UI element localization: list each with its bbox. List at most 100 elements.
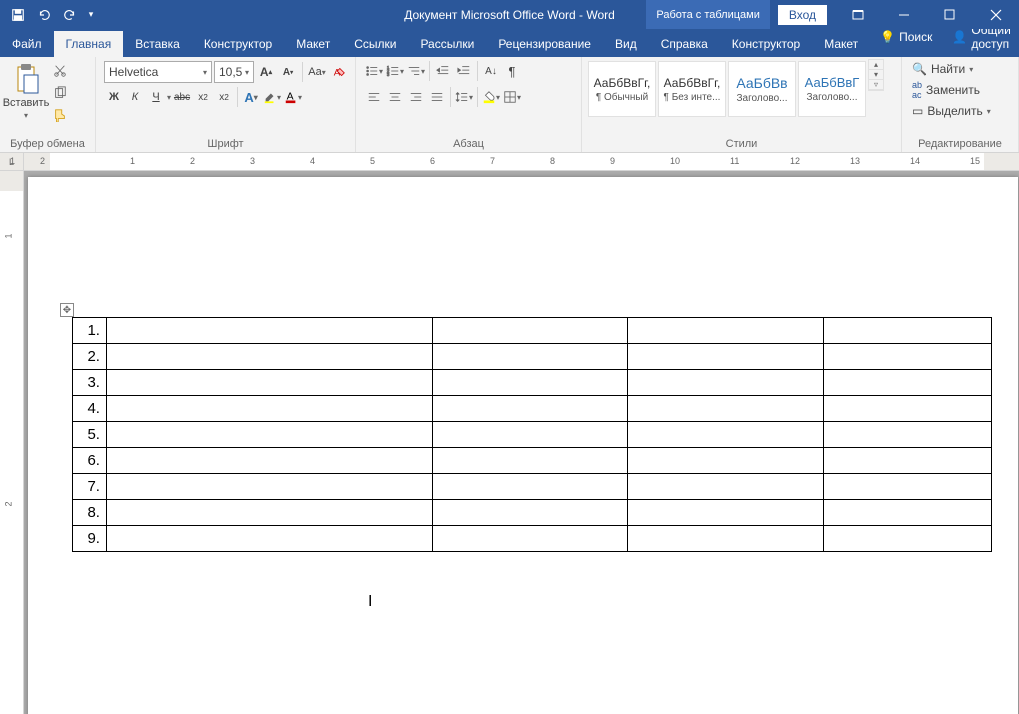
ruler-h-track[interactable]: 12123456789101112131415 xyxy=(24,153,1019,170)
table-cell[interactable] xyxy=(432,370,628,396)
ribbon-display-icon[interactable] xyxy=(835,0,881,29)
table-cell[interactable] xyxy=(432,500,628,526)
tab-table-design[interactable]: Конструктор xyxy=(720,31,812,57)
row-number-cell[interactable]: 7. xyxy=(73,474,107,500)
styles-down-icon[interactable]: ▾ xyxy=(869,70,883,80)
table-row[interactable]: 5. xyxy=(73,422,992,448)
row-number-cell[interactable]: 5. xyxy=(73,422,107,448)
change-case-icon[interactable]: Aa▾ xyxy=(307,62,327,82)
line-spacing-icon[interactable]: ▾ xyxy=(454,87,474,107)
tab-insert[interactable]: Вставка xyxy=(123,31,192,57)
subscript-icon[interactable]: x2 xyxy=(193,87,213,107)
font-name-input[interactable]: Helvetica▾ xyxy=(104,61,212,83)
table-cell[interactable] xyxy=(106,396,432,422)
find-button[interactable]: 🔍Найти▾ xyxy=(910,61,993,77)
tab-home[interactable]: Главная xyxy=(54,31,124,57)
bold-icon[interactable]: Ж xyxy=(104,87,124,107)
table-cell[interactable] xyxy=(628,500,824,526)
row-number-cell[interactable]: 1. xyxy=(73,318,107,344)
qat-dropdown-icon[interactable]: ▾ xyxy=(84,3,98,27)
table-row[interactable]: 9. xyxy=(73,526,992,552)
row-number-cell[interactable]: 6. xyxy=(73,448,107,474)
row-number-cell[interactable]: 2. xyxy=(73,344,107,370)
styles-more-icon[interactable]: ▿ xyxy=(869,80,883,90)
grow-font-icon[interactable]: A▴ xyxy=(256,62,276,82)
table-move-handle-icon[interactable]: ✥ xyxy=(60,303,74,317)
table-cell[interactable] xyxy=(106,500,432,526)
bullets-icon[interactable]: ▾ xyxy=(364,61,384,81)
row-number-cell[interactable]: 9. xyxy=(73,526,107,552)
tab-references[interactable]: Ссылки xyxy=(342,31,408,57)
table-row[interactable]: 3. xyxy=(73,370,992,396)
style-heading2[interactable]: АаБбВвГЗаголово... xyxy=(798,61,866,117)
table-cell[interactable] xyxy=(106,344,432,370)
table-cell[interactable] xyxy=(432,396,628,422)
style-normal[interactable]: АаБбВвГг,¶ Обычный xyxy=(588,61,656,117)
align-right-icon[interactable] xyxy=(406,87,426,107)
table-cell[interactable] xyxy=(824,526,992,552)
tab-file[interactable]: Файл xyxy=(0,31,54,57)
table-cell[interactable] xyxy=(628,318,824,344)
style-heading1[interactable]: АаБбВвЗаголово... xyxy=(728,61,796,117)
paste-button[interactable]: Вставить ▾ xyxy=(4,59,48,124)
tab-layout[interactable]: Макет xyxy=(284,31,342,57)
show-marks-icon[interactable]: ¶ xyxy=(502,61,522,81)
table-cell[interactable] xyxy=(628,474,824,500)
table-row[interactable]: 7. xyxy=(73,474,992,500)
redo-icon[interactable] xyxy=(58,3,82,27)
document-table[interactable]: 1.2.3.4.5.6.7.8.9. xyxy=(72,317,992,552)
font-color-icon[interactable]: A▾ xyxy=(283,87,303,107)
text-effects-icon[interactable]: A▾ xyxy=(241,87,261,107)
align-center-icon[interactable] xyxy=(385,87,405,107)
table-cell[interactable] xyxy=(106,370,432,396)
table-cell[interactable] xyxy=(432,422,628,448)
shrink-font-icon[interactable]: A▾ xyxy=(278,62,298,82)
table-cell[interactable] xyxy=(432,318,628,344)
font-size-input[interactable]: 10,5▾ xyxy=(214,61,254,83)
undo-icon[interactable] xyxy=(32,3,56,27)
table-cell[interactable] xyxy=(106,474,432,500)
justify-icon[interactable] xyxy=(427,87,447,107)
table-cell[interactable] xyxy=(628,448,824,474)
maximize-icon[interactable] xyxy=(927,0,973,29)
superscript-icon[interactable]: x2 xyxy=(214,87,234,107)
minimize-icon[interactable] xyxy=(881,0,927,29)
table-cell[interactable] xyxy=(824,422,992,448)
decrease-indent-icon[interactable] xyxy=(433,61,453,81)
format-painter-icon[interactable] xyxy=(50,105,70,125)
tab-review[interactable]: Рецензирование xyxy=(486,31,603,57)
cut-icon[interactable] xyxy=(50,61,70,81)
table-cell[interactable] xyxy=(628,370,824,396)
table-cell[interactable] xyxy=(824,448,992,474)
styles-up-icon[interactable]: ▴ xyxy=(869,60,883,70)
tab-mailings[interactable]: Рассылки xyxy=(408,31,486,57)
tab-design[interactable]: Конструктор xyxy=(192,31,284,57)
table-cell[interactable] xyxy=(628,344,824,370)
table-row[interactable]: 8. xyxy=(73,500,992,526)
table-cell[interactable] xyxy=(106,318,432,344)
table-cell[interactable] xyxy=(432,448,628,474)
tab-table-layout[interactable]: Макет xyxy=(812,31,870,57)
clear-format-icon[interactable]: A xyxy=(329,62,349,82)
table-row[interactable]: 6. xyxy=(73,448,992,474)
row-number-cell[interactable]: 3. xyxy=(73,370,107,396)
table-cell[interactable] xyxy=(106,422,432,448)
table-cell[interactable] xyxy=(824,474,992,500)
italic-icon[interactable]: К xyxy=(125,87,145,107)
table-cell[interactable] xyxy=(106,526,432,552)
tab-help[interactable]: Справка xyxy=(649,31,720,57)
table-cell[interactable] xyxy=(824,370,992,396)
copy-icon[interactable] xyxy=(50,83,70,103)
page-area[interactable]: ✥ 1.2.3.4.5.6.7.8.9. I xyxy=(24,171,1019,714)
borders-icon[interactable]: ▾ xyxy=(502,87,522,107)
strike-icon[interactable]: abc xyxy=(172,87,192,107)
style-no-spacing[interactable]: АаБбВвГг,¶ Без инте... xyxy=(658,61,726,117)
login-button[interactable]: Вход xyxy=(778,5,827,25)
numbering-icon[interactable]: 123▾ xyxy=(385,61,405,81)
table-cell[interactable] xyxy=(628,396,824,422)
select-button[interactable]: ▭Выделить▾ xyxy=(910,103,993,119)
replace-button[interactable]: abacЗаменить xyxy=(910,79,993,101)
highlight-icon[interactable]: ▾ xyxy=(262,87,282,107)
close-icon[interactable] xyxy=(973,0,1019,29)
table-cell[interactable] xyxy=(432,344,628,370)
